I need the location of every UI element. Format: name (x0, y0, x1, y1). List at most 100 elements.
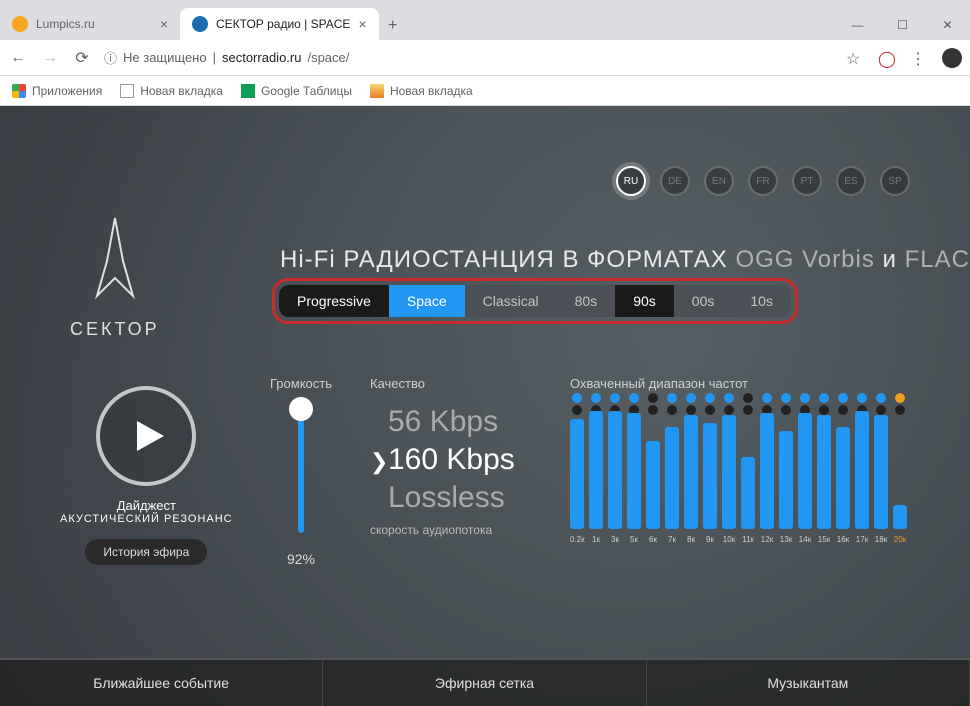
favicon-icon (192, 16, 208, 32)
bookmark-item[interactable]: Google Таблицы (241, 84, 352, 98)
frequency-bar (855, 409, 869, 529)
language-switcher: RU DE EN FR PT ES SP (616, 166, 910, 196)
bottom-nav-item[interactable]: Ближайшее событие (0, 660, 323, 706)
star-icon[interactable]: ☆ (846, 49, 864, 67)
play-icon (131, 418, 167, 454)
quality-option[interactable]: Lossless (370, 481, 515, 519)
volume-slider[interactable] (298, 403, 304, 533)
frequency-tick: 12к (760, 535, 774, 544)
maximize-button[interactable]: ☐ (880, 10, 925, 40)
lang-option[interactable]: DE (660, 166, 690, 196)
close-icon[interactable]: × (160, 16, 168, 32)
digest-subtitle: АКУСТИЧЕСКИЙ РЕЗОНАНС (60, 513, 233, 525)
history-button[interactable]: История эфира (85, 539, 207, 565)
frequency-bars (570, 409, 907, 529)
frequency-bar (798, 409, 812, 529)
frequency-bar (722, 409, 736, 529)
bookmark-item[interactable]: Новая вкладка (120, 84, 223, 98)
genre-selector-highlight: ProgressiveSpaceClassical80s90s00s10s (272, 278, 798, 324)
frequency-tick: 0.2к (570, 535, 584, 544)
frequency-tick: 14к (798, 535, 812, 544)
genre-tab[interactable]: 90s (615, 285, 674, 317)
frequency-bar (665, 409, 679, 529)
browser-tab[interactable]: Lumpics.ru × (0, 8, 180, 40)
lang-option[interactable]: FR (748, 166, 778, 196)
lang-option[interactable]: ES (836, 166, 866, 196)
genre-tab[interactable]: 00s (674, 285, 733, 317)
genre-tab[interactable]: Classical (465, 285, 557, 317)
lang-option[interactable]: PT (792, 166, 822, 196)
minimize-button[interactable]: — (835, 10, 880, 40)
profile-avatar[interactable] (942, 48, 962, 68)
bookmark-item[interactable]: Новая вкладка (370, 84, 473, 98)
url-box[interactable]: ⓘ Не защищено | sectorradio.ru/space/ (104, 48, 834, 67)
close-icon[interactable]: × (358, 16, 366, 32)
frequency-bar (684, 409, 698, 529)
back-button[interactable]: ← (8, 48, 28, 68)
volume-value: 92% (270, 551, 332, 567)
page-content: RU DE EN FR PT ES SP СЕКТОР Hi-Fi РАДИОСТАНЦИЯ… (0, 106, 970, 706)
frequency-tick: 7к (665, 535, 679, 544)
frequency-bar (779, 409, 793, 529)
close-window-button[interactable]: ✕ (925, 10, 970, 40)
quality-value: Lossless (388, 481, 505, 515)
frequency-tick: 9к (703, 535, 717, 544)
frequency-tick: 13к (779, 535, 793, 544)
frequency-bar (817, 409, 831, 529)
quality-value: 160 Kbps (388, 443, 515, 477)
frequency-bar (627, 409, 641, 529)
rocket-icon (75, 216, 155, 306)
lang-option[interactable]: EN (704, 166, 734, 196)
genre-tab[interactable]: Space (389, 285, 465, 317)
forward-button: → (40, 48, 60, 68)
genre-tab[interactable]: 10s (732, 285, 791, 317)
quality-option[interactable]: 56 Kbps (370, 405, 515, 443)
frequency-bar (646, 409, 660, 529)
genre-tab[interactable]: Progressive (279, 285, 389, 317)
frequency-bar (570, 409, 584, 529)
bottom-nav: Ближайшее событиеЭфирная сеткаМузыкантам (0, 658, 970, 706)
volume-column: Громкость 92% (270, 376, 332, 567)
opera-icon[interactable]: ◯ (878, 49, 896, 67)
reload-button[interactable]: ⟳ (72, 48, 92, 68)
address-bar: ← → ⟳ ⓘ Не защищено | sectorradio.ru/spa… (0, 40, 970, 76)
volume-thumb[interactable] (289, 397, 313, 421)
quality-value: 56 Kbps (388, 405, 498, 439)
tab-title: Lumpics.ru (36, 17, 95, 31)
headline: Hi-Fi РАДИОСТАНЦИЯ В ФОРМАТАХ OGG Vorbis… (280, 246, 970, 274)
info-icon: ⓘ (104, 48, 117, 67)
frequency-tick: 17к (855, 535, 869, 544)
security-label: Не защищено (123, 50, 207, 65)
window-controls: — ☐ ✕ (835, 10, 970, 40)
apps-button[interactable]: Приложения (12, 84, 102, 98)
apps-icon (12, 84, 26, 98)
play-button[interactable] (96, 386, 196, 486)
tab-title: СЕКТОР радио | SPACE (216, 17, 350, 31)
new-tab-button[interactable]: + (379, 12, 407, 40)
bookmark-label: Новая вкладка (140, 84, 223, 98)
volume-label: Громкость (270, 376, 332, 391)
frequency-tick: 1к (589, 535, 603, 544)
frequency-bar (741, 409, 755, 529)
frequency-bar (836, 409, 850, 529)
bottom-nav-item[interactable]: Музыкантам (647, 660, 970, 706)
genre-selector: ProgressiveSpaceClassical80s90s00s10s (279, 285, 791, 317)
frequency-bar (608, 409, 622, 529)
page-icon (120, 84, 134, 98)
frequency-label: Охваченный диапазон частот (570, 376, 907, 391)
frequency-bar (703, 409, 717, 529)
bottom-nav-item[interactable]: Эфирная сетка (323, 660, 646, 706)
browser-tab[interactable]: СЕКТОР радио | SPACE × (180, 8, 379, 40)
frequency-tick: 5к (627, 535, 641, 544)
quality-option[interactable]: ❯160 Kbps (370, 443, 515, 481)
lang-option[interactable]: RU (616, 166, 646, 196)
frequency-bar (589, 409, 603, 529)
menu-icon[interactable]: ⋮ (910, 49, 928, 67)
genre-tab[interactable]: 80s (557, 285, 616, 317)
frequency-tick: 20к (893, 535, 907, 544)
digest-title: Дайджест (60, 498, 233, 513)
brand-name: СЕКТОР (70, 319, 160, 340)
lang-option[interactable]: SP (880, 166, 910, 196)
frequency-tick: 16к (836, 535, 850, 544)
frequency-bar (760, 409, 774, 529)
